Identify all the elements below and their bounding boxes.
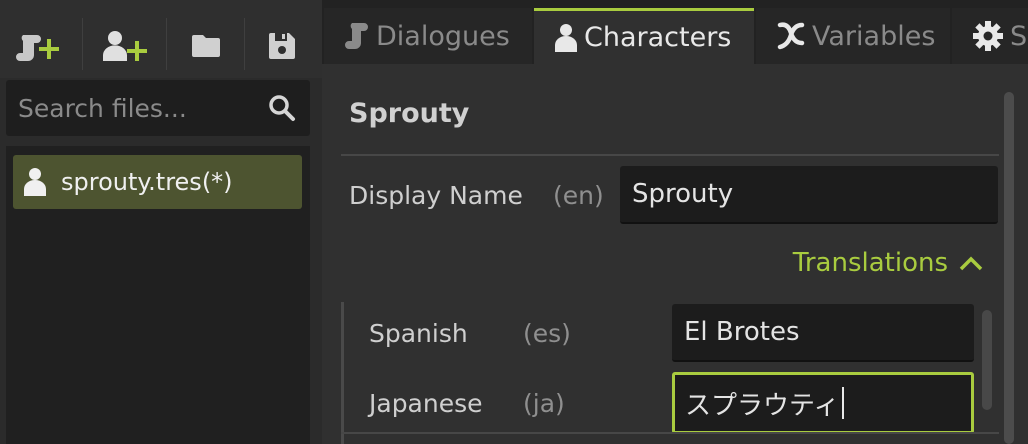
- scrollbar-thumb[interactable]: [1004, 92, 1014, 444]
- save-icon: [269, 33, 295, 59]
- file-toolbar: [0, 0, 322, 78]
- file-list: sprouty.tres(*): [6, 146, 310, 444]
- toolbar-divider: [166, 18, 167, 70]
- open-folder-button[interactable]: [176, 18, 236, 74]
- toolbar-divider: [82, 18, 83, 70]
- new-dialogue-icon: [16, 35, 59, 61]
- translation-code: (es): [523, 319, 571, 348]
- character-editor: Sprouty Display Name (en) Sprouty Transl…: [322, 64, 1028, 444]
- chevron-up-icon: [958, 254, 984, 272]
- search-input[interactable]: [6, 80, 256, 136]
- tab-label: Variables: [812, 20, 936, 52]
- file-item-label: sprouty.tres(*): [61, 168, 233, 196]
- character-title: Sprouty: [349, 98, 470, 129]
- translations-toggle[interactable]: Translations: [793, 248, 984, 278]
- translation-field-es[interactable]: El Brotes: [672, 304, 974, 362]
- tab-variables[interactable]: Variables: [756, 8, 950, 64]
- new-character-button[interactable]: [94, 18, 154, 74]
- main-scrollbar[interactable]: [1004, 92, 1014, 444]
- translation-value: スプラウティ: [685, 390, 840, 421]
- tab-dialogues[interactable]: Dialogues: [324, 8, 532, 64]
- translations-label: Translations: [792, 248, 948, 278]
- new-dialogue-button[interactable]: [8, 18, 68, 74]
- tab-label: Dialogues: [376, 20, 510, 52]
- translation-language: Japanese: [369, 389, 483, 418]
- display-name-value: Sprouty: [632, 179, 734, 209]
- display-name-field[interactable]: Sprouty: [620, 166, 998, 224]
- divider: [341, 154, 999, 156]
- translations-indent-bar: [341, 302, 344, 444]
- gear-icon: [972, 20, 1004, 52]
- display-name-label: Display Name: [349, 181, 523, 210]
- translation-language: Spanish: [369, 319, 468, 348]
- person-icon: [554, 23, 578, 53]
- translation-value: El Brotes: [684, 317, 800, 347]
- tab-label: Characters: [584, 22, 732, 53]
- translation-code: (ja): [523, 389, 565, 418]
- dialogue-icon: [344, 21, 370, 51]
- text-caret: [842, 387, 845, 419]
- search-icon[interactable]: [268, 94, 296, 126]
- file-item-sprouty[interactable]: sprouty.tres(*): [13, 155, 302, 209]
- display-name-lang: (en): [553, 181, 604, 210]
- new-character-icon: [103, 31, 147, 61]
- tab-label: S: [1010, 20, 1028, 52]
- translation-field-ja[interactable]: スプラウティ: [672, 372, 974, 434]
- tab-characters[interactable]: Characters: [534, 8, 754, 64]
- translations-scrollbar[interactable]: [982, 310, 992, 410]
- toolbar-divider: [244, 18, 245, 70]
- tab-settings[interactable]: S: [952, 8, 1028, 64]
- variable-x-icon: [776, 21, 806, 51]
- file-search: [6, 80, 310, 136]
- save-button[interactable]: [252, 18, 312, 74]
- person-icon: [23, 167, 47, 197]
- divider: [341, 432, 999, 434]
- editor-tabs: Dialogues Characters Variables S: [322, 0, 1028, 64]
- folder-icon: [192, 35, 220, 57]
